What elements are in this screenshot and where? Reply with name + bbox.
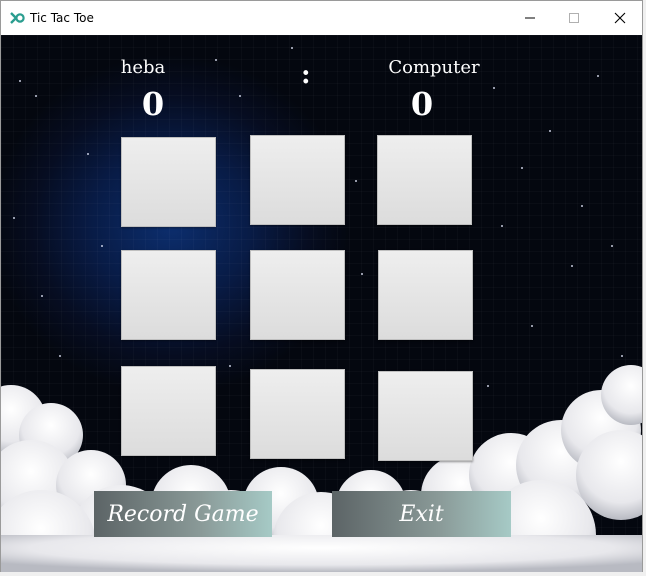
star (215, 59, 217, 61)
title-bar: Tic Tac Toe (1, 1, 642, 35)
maximize-icon (569, 13, 579, 23)
board-cell-6[interactable] (378, 250, 473, 340)
record-game-button[interactable]: Record Game (94, 491, 272, 537)
minimize-button[interactable] (508, 1, 552, 35)
maximize-button[interactable] (552, 1, 596, 35)
exit-button[interactable]: Exit (332, 491, 511, 537)
star (597, 75, 599, 77)
star (239, 95, 241, 97)
app-window: Tic Tac Toe heba: Computer 0 0 Record G… (0, 0, 643, 572)
board-cell-7[interactable] (121, 366, 216, 456)
close-icon (614, 12, 626, 24)
game-canvas: heba : Computer 0 0 Record Game Exit (1, 35, 642, 572)
window-title: Tic Tac Toe (30, 11, 94, 25)
star (549, 130, 551, 132)
star (87, 153, 89, 155)
minimize-icon (525, 17, 535, 19)
board-cell-9[interactable] (378, 371, 473, 461)
star (581, 205, 583, 207)
app-logo-icon (10, 12, 25, 24)
star (361, 273, 363, 275)
player1-name: heba (120, 57, 166, 78)
star (501, 225, 503, 227)
board-cell-8[interactable] (250, 369, 345, 459)
star (531, 325, 533, 327)
star (621, 355, 623, 357)
star (59, 355, 61, 357)
star (41, 295, 43, 297)
star (571, 265, 573, 267)
star (19, 80, 21, 82)
star (229, 365, 231, 367)
close-button[interactable] (598, 1, 642, 35)
star (487, 385, 489, 387)
star (493, 87, 495, 89)
star (611, 245, 613, 247)
player2-score: 0 (410, 85, 434, 123)
score-separator: : (301, 60, 311, 90)
board-cell-5[interactable] (250, 250, 345, 340)
star (291, 47, 293, 49)
player2-name: Computer (388, 57, 480, 78)
star (101, 245, 103, 247)
board-cell-1[interactable] (121, 137, 216, 227)
star (35, 95, 37, 97)
star (355, 180, 357, 182)
board-cell-3[interactable] (377, 135, 472, 225)
board-cell-2[interactable] (250, 135, 345, 225)
star (13, 217, 15, 219)
board-cell-4[interactable] (121, 250, 216, 340)
star (521, 167, 523, 169)
player1-score: 0 (141, 85, 165, 123)
